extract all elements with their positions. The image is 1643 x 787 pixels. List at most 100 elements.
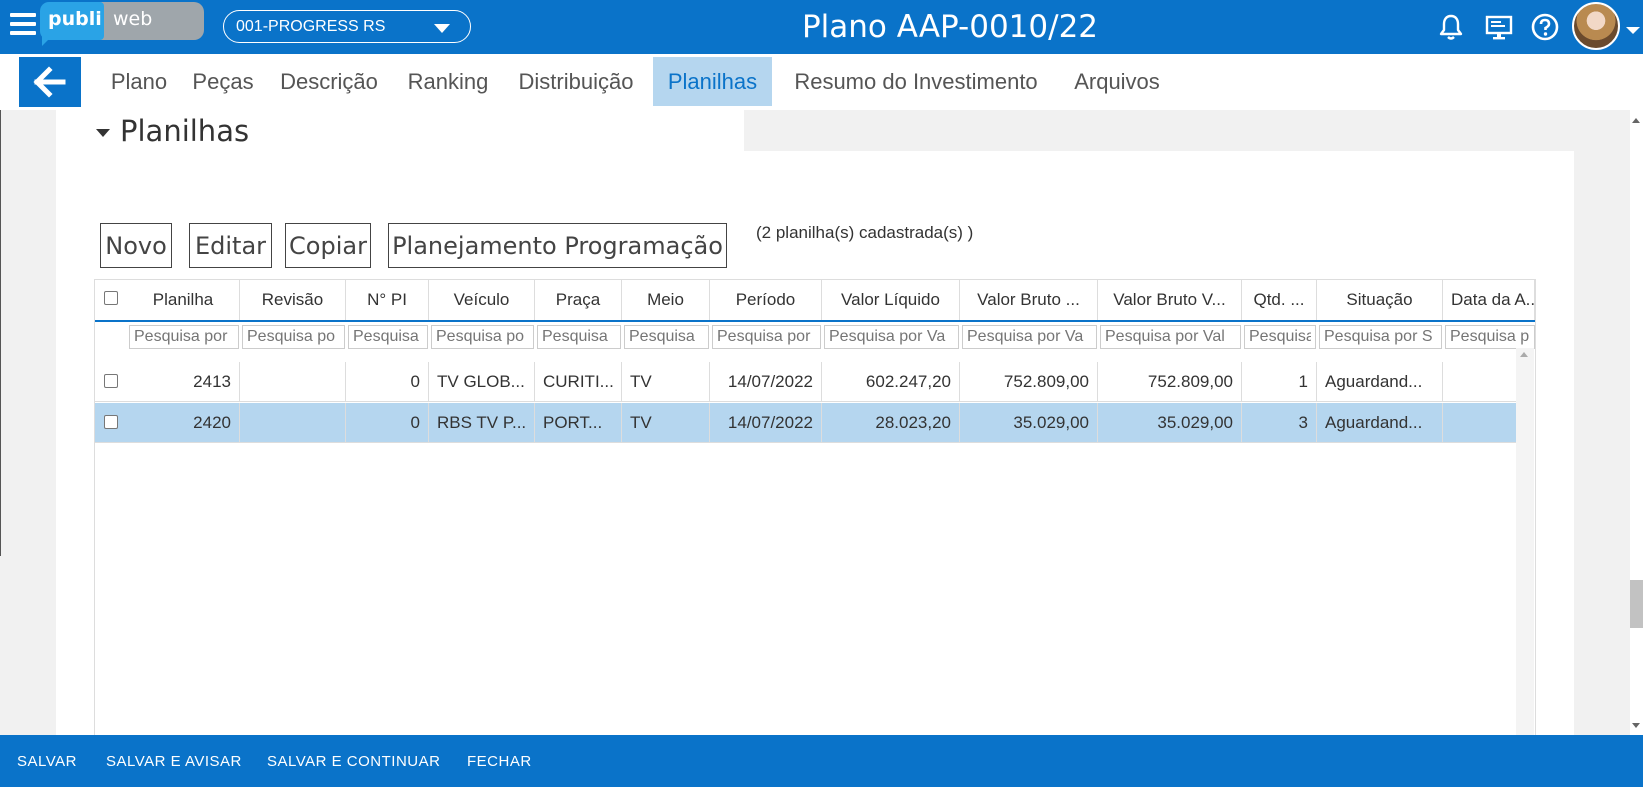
filter-input-meio[interactable]: [624, 325, 709, 349]
column-header[interactable]: Praça: [535, 280, 622, 320]
help-icon[interactable]: [1530, 12, 1560, 42]
section-title[interactable]: Planilhas: [96, 114, 249, 148]
column-header[interactable]: Valor Bruto V...: [1098, 280, 1242, 320]
agency-select[interactable]: 001-PROGRESS RS: [223, 10, 471, 43]
cell-veiculo: TV GLOB...: [429, 362, 535, 401]
tab-descricao[interactable]: Descrição: [274, 57, 384, 106]
cell-revisao: [240, 362, 346, 401]
filter-input-planilha[interactable]: [129, 325, 239, 349]
cell-valor-bruto: 752.809,00: [960, 362, 1098, 401]
cell-praca: PORT...: [535, 403, 622, 442]
collapse-caret-icon: [96, 129, 110, 137]
cell-npi: 0: [346, 362, 429, 401]
cell-valor-liquido: 28.023,20: [822, 403, 960, 442]
cell-valor-liquido: 602.247,20: [822, 362, 960, 401]
column-header[interactable]: Revisão: [240, 280, 346, 320]
novo-button[interactable]: Novo: [100, 223, 172, 268]
table-row[interactable]: 2413 0 TV GLOB... CURITI... TV 14/07/202…: [95, 362, 1517, 402]
cell-data: [1443, 362, 1517, 401]
column-header[interactable]: Planilha: [127, 280, 240, 320]
grid-scrollbar[interactable]: [1516, 348, 1534, 735]
select-all-checkbox[interactable]: [104, 291, 118, 305]
column-header[interactable]: Situação: [1317, 280, 1443, 320]
column-header[interactable]: Valor Líquido: [822, 280, 960, 320]
column-header[interactable]: Meio: [622, 280, 710, 320]
cell-meio: TV: [622, 362, 710, 401]
column-header[interactable]: Período: [710, 280, 822, 320]
top-bar: web publi 001-PROGRESS RS Plano AAP-0010…: [0, 0, 1643, 54]
tab-planilhas[interactable]: Planilhas: [653, 57, 772, 106]
monitor-icon[interactable]: [1484, 12, 1514, 42]
tab-ranking[interactable]: Ranking: [400, 57, 496, 106]
column-header[interactable]: Data da A...: [1443, 280, 1535, 320]
cell-qtd: 3: [1242, 403, 1317, 442]
tab-bar: Plano Peças Descrição Ranking Distribuiç…: [0, 54, 1630, 110]
filter-input-periodo[interactable]: [712, 325, 821, 349]
tab-resumo-investimento[interactable]: Resumo do Investimento: [782, 57, 1050, 106]
editar-button[interactable]: Editar: [189, 223, 272, 268]
table-row[interactable]: 2420 0 RBS TV P... PORT... TV 14/07/2022…: [95, 403, 1517, 443]
record-count: (2 planilha(s) cadastrada(s) ): [756, 223, 974, 242]
filter-input-valor-bruto[interactable]: [962, 325, 1097, 349]
app-logo[interactable]: web publi: [40, 2, 204, 46]
avatar[interactable]: [1572, 2, 1620, 50]
cell-praca: CURITI...: [535, 362, 622, 401]
page-scroll-up-icon[interactable]: [1632, 118, 1640, 123]
logo-web-text: web: [96, 2, 204, 40]
copiar-button[interactable]: Copiar: [285, 223, 371, 268]
hamburger-menu-icon[interactable]: [10, 13, 36, 37]
arrow-left-icon: [33, 66, 66, 98]
filter-input-situacao[interactable]: [1319, 325, 1442, 349]
filter-input-valor-bruto-v[interactable]: [1100, 325, 1241, 349]
row-checkbox[interactable]: [104, 415, 118, 429]
fechar-button[interactable]: FECHAR: [467, 753, 532, 770]
cell-data: [1443, 403, 1517, 442]
cell-qtd: 1: [1242, 362, 1317, 401]
column-header[interactable]: Veículo: [429, 280, 535, 320]
row-checkbox[interactable]: [104, 374, 118, 388]
content-margin-left: [0, 110, 56, 735]
content-header-band: [744, 110, 1630, 151]
tab-pecas[interactable]: Peças: [188, 57, 258, 106]
back-button[interactable]: [19, 57, 81, 107]
page-scroll-down-icon[interactable]: [1632, 723, 1640, 728]
tab-arquivos[interactable]: Arquivos: [1065, 57, 1169, 106]
agency-select-value: 001-PROGRESS RS: [236, 18, 386, 35]
section-title-label: Planilhas: [120, 114, 250, 148]
planejamento-programacao-button[interactable]: Planejamento Programação: [388, 223, 727, 268]
page-title: Plano AAP-0010/22: [801, 9, 1099, 45]
cell-situacao: Aguardand...: [1317, 362, 1443, 401]
divider: [0, 110, 1, 556]
salvar-button[interactable]: SALVAR: [17, 753, 77, 770]
cell-valor-bruto: 35.029,00: [960, 403, 1098, 442]
tab-distribuicao[interactable]: Distribuição: [510, 57, 642, 106]
filter-input-npi[interactable]: [348, 325, 428, 349]
filter-input-praca[interactable]: [537, 325, 621, 349]
cell-situacao: Aguardand...: [1317, 403, 1443, 442]
page-scrollbar-thumb[interactable]: [1630, 580, 1643, 628]
cell-planilha: 2413: [127, 362, 240, 401]
column-header[interactable]: Valor Bruto ...: [960, 280, 1098, 320]
tab-plano[interactable]: Plano: [104, 57, 174, 106]
filter-input-revisao[interactable]: [242, 325, 345, 349]
cell-periodo: 14/07/2022: [710, 403, 822, 442]
filter-input-valor-liquido[interactable]: [824, 325, 959, 349]
cell-npi: 0: [346, 403, 429, 442]
filter-input-qtd[interactable]: [1244, 325, 1316, 349]
column-header[interactable]: Qtd. ...: [1242, 280, 1317, 320]
cell-planilha: 2420: [127, 403, 240, 442]
content-margin-right: [1574, 110, 1630, 735]
filter-input-data[interactable]: [1445, 325, 1535, 349]
cell-revisao: [240, 403, 346, 442]
cell-meio: TV: [622, 403, 710, 442]
filter-input-veiculo[interactable]: [431, 325, 534, 349]
chevron-down-icon[interactable]: [1626, 27, 1640, 34]
salvar-continuar-button[interactable]: SALVAR E CONTINUAR: [267, 753, 440, 770]
salvar-avisar-button[interactable]: SALVAR E AVISAR: [106, 753, 242, 770]
cell-veiculo: RBS TV P...: [429, 403, 535, 442]
grid-filter-row: [95, 322, 1535, 352]
column-header[interactable]: N° PI: [346, 280, 429, 320]
scroll-up-icon[interactable]: [1520, 352, 1528, 357]
cell-valor-bruto-v: 752.809,00: [1098, 362, 1242, 401]
bell-icon[interactable]: [1436, 12, 1466, 42]
